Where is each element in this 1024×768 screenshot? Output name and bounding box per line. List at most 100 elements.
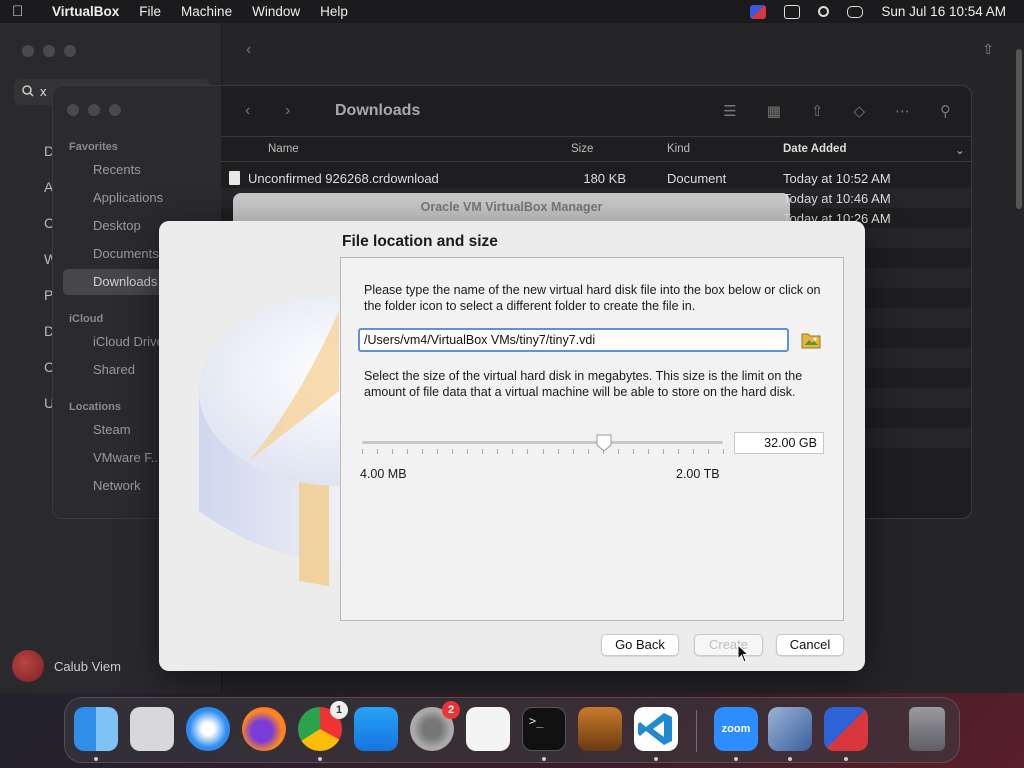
close-window-icon[interactable]	[67, 104, 79, 116]
search-icon[interactable]: ⚲	[940, 102, 951, 120]
column-date-added[interactable]: Date Added	[783, 143, 846, 155]
menu-help[interactable]: Help	[320, 4, 348, 19]
column-kind[interactable]: Kind	[667, 143, 690, 155]
running-indicator	[318, 757, 322, 761]
file-name: Unconfirmed 926268.crdownload	[248, 171, 439, 186]
menu-bar:  VirtualBox File Machine Window Help Su…	[0, 0, 1024, 23]
zoom-window-icon[interactable]	[109, 104, 121, 116]
minimize-window-icon[interactable]	[43, 45, 55, 57]
chevron-left-icon[interactable]: ‹	[246, 41, 251, 59]
sidebar-item-applications[interactable]: Applications	[63, 185, 213, 211]
menu-machine[interactable]: Machine	[181, 4, 232, 19]
slider-tick	[527, 449, 529, 454]
launchpad-app-icon[interactable]	[130, 707, 174, 751]
forward-chevron-icon[interactable]: ›	[285, 102, 325, 120]
file-kind: Document	[667, 171, 727, 186]
sidebar-section-locations: Locations	[69, 401, 121, 413]
control-center-icon[interactable]	[847, 5, 864, 18]
running-indicator	[788, 757, 792, 761]
running-indicator	[844, 757, 848, 761]
slider-tick	[512, 449, 514, 454]
column-size[interactable]: Size	[571, 143, 593, 155]
more-actions-icon[interactable]: ⋯	[895, 102, 910, 120]
file-path-input[interactable]	[358, 328, 789, 352]
folder-icon[interactable]	[801, 331, 821, 349]
share-icon[interactable]: ⇧	[811, 102, 824, 120]
trash-icon[interactable]	[909, 707, 945, 751]
garageband-app-icon[interactable]	[578, 707, 622, 751]
chrome-app-icon[interactable]: 1	[298, 701, 348, 751]
spotlight-search-icon[interactable]	[818, 6, 830, 17]
apple-menu-icon[interactable]: 	[12, 3, 40, 20]
app-store-app-icon[interactable]	[354, 707, 398, 751]
running-indicator	[94, 757, 98, 761]
menu-file[interactable]: File	[139, 4, 161, 19]
file-date-added: Today at 10:46 AM	[783, 191, 891, 206]
terminal-app-icon[interactable]: >_	[522, 707, 566, 751]
slider-tick	[377, 449, 379, 454]
textedit-app-icon[interactable]	[466, 707, 510, 751]
create-button[interactable]: Create	[694, 634, 763, 656]
scrollbar[interactable]	[1016, 49, 1022, 209]
file-size: 180 KB	[583, 171, 626, 186]
column-name[interactable]: Name	[268, 143, 299, 155]
safari-app-icon[interactable]	[186, 707, 230, 751]
slider-tick	[662, 449, 664, 454]
disk-size-slider[interactable]	[362, 441, 723, 444]
document-icon	[229, 171, 240, 185]
create-disk-dialog: File location and size Please type the n…	[159, 221, 865, 671]
finder-app-icon[interactable]	[74, 707, 118, 751]
zoom-window-icon[interactable]	[64, 45, 76, 57]
firefox-app-icon[interactable]	[242, 707, 286, 751]
go-back-button[interactable]: Go Back	[601, 634, 679, 656]
slider-tick	[392, 449, 394, 454]
zoom-app-icon[interactable]: zoom	[714, 707, 758, 751]
back-chevron-icon[interactable]: ‹	[245, 102, 285, 120]
location-description: Please type the name of the new virtual …	[364, 283, 821, 313]
parallels-app-icon[interactable]	[824, 707, 868, 751]
group-icon[interactable]: ▦	[767, 102, 781, 120]
running-indicator	[734, 757, 738, 761]
chevron-down-icon[interactable]: ⌄	[955, 143, 965, 157]
slider-thumb[interactable]	[596, 434, 612, 452]
tag-icon[interactable]: ◇	[853, 102, 865, 120]
file-date-added: Today at 10:52 AM	[783, 171, 891, 186]
chrome-badge: 1	[330, 701, 348, 719]
screen-mirroring-icon[interactable]	[784, 4, 801, 19]
running-indicator	[654, 757, 658, 761]
slider-tick	[677, 449, 679, 454]
cancel-button[interactable]: Cancel	[776, 634, 844, 656]
parallels-status-icon[interactable]	[750, 4, 767, 19]
sidebar-section-favorites: Favorites	[69, 141, 118, 153]
sidebar-item-recents[interactable]: Recents	[63, 157, 213, 183]
slider-tick	[452, 449, 454, 454]
slider-tick	[572, 449, 574, 454]
vscode-app-icon[interactable]	[634, 707, 678, 751]
menu-clock[interactable]: Sun Jul 16 10:54 AM	[881, 4, 1006, 19]
menu-app-name[interactable]: VirtualBox	[52, 4, 119, 19]
virtualbox-app-icon[interactable]	[768, 707, 812, 751]
slider-tick	[617, 449, 619, 454]
finder-column-header: Name Size Kind Date Added ⌄	[221, 136, 971, 162]
list-view-icon[interactable]: ☰	[723, 102, 736, 120]
running-indicator	[542, 757, 546, 761]
slider-tick	[482, 449, 484, 454]
slider-tick	[422, 449, 424, 454]
table-row[interactable]: Unconfirmed 926268.crdownload 180 KB Docum…	[221, 168, 971, 188]
disk-size-input[interactable]	[734, 432, 824, 454]
slider-tick	[587, 449, 589, 454]
menu-window[interactable]: Window	[252, 4, 300, 19]
finder-toolbar: ‹ › Downloads ☰ ▦ ⇧ ◇ ⋯ ⚲	[221, 86, 971, 136]
user-profile[interactable]: Calub Viem	[12, 650, 121, 682]
slider-tick	[542, 449, 544, 454]
search-icon	[22, 85, 34, 97]
minimize-window-icon[interactable]	[88, 104, 100, 116]
finder-title: Downloads	[335, 102, 421, 119]
settings-badge: 2	[442, 701, 460, 719]
close-window-icon[interactable]	[22, 45, 34, 57]
dialog-panel: Please type the name of the new virtual …	[340, 257, 844, 621]
system-settings-app-icon[interactable]: 2	[410, 701, 460, 751]
max-size-label: 2.00 TB	[676, 467, 720, 481]
avatar	[12, 650, 44, 682]
share-icon[interactable]: ⇧	[982, 41, 994, 58]
